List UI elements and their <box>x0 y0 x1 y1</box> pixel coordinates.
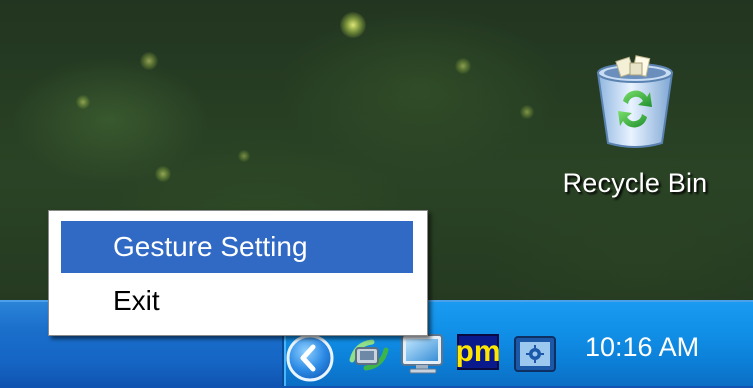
monitor-display-icon[interactable] <box>398 332 450 376</box>
pm-app-icon[interactable]: pm <box>455 334 501 370</box>
wallpaper-sparkle <box>520 105 534 119</box>
control-app-icon[interactable] <box>512 334 558 376</box>
tray-context-menu: Gesture Setting Exit <box>48 210 428 336</box>
menu-item-exit[interactable]: Exit <box>61 275 413 327</box>
wallpaper-sparkle <box>340 12 366 38</box>
recycle-bin-label: Recycle Bin <box>562 168 708 198</box>
network-connection-icon[interactable] <box>346 334 392 376</box>
show-hidden-icons-chevron-icon[interactable] <box>285 333 335 383</box>
wallpaper-sparkle <box>455 58 471 74</box>
wallpaper-sparkle <box>238 150 250 162</box>
wallpaper-sparkle <box>140 52 158 70</box>
wallpaper-sparkle <box>155 166 171 182</box>
system-clock[interactable]: 10:16 AM <box>585 332 699 363</box>
recycle-bin-desktop-icon[interactable]: Recycle Bin <box>545 55 725 215</box>
menu-item-gesture-setting[interactable]: Gesture Setting <box>61 221 413 273</box>
wallpaper-sparkle <box>76 95 90 109</box>
pm-app-icon-text: pm <box>455 335 501 368</box>
recycle-bin-icon <box>596 55 674 148</box>
